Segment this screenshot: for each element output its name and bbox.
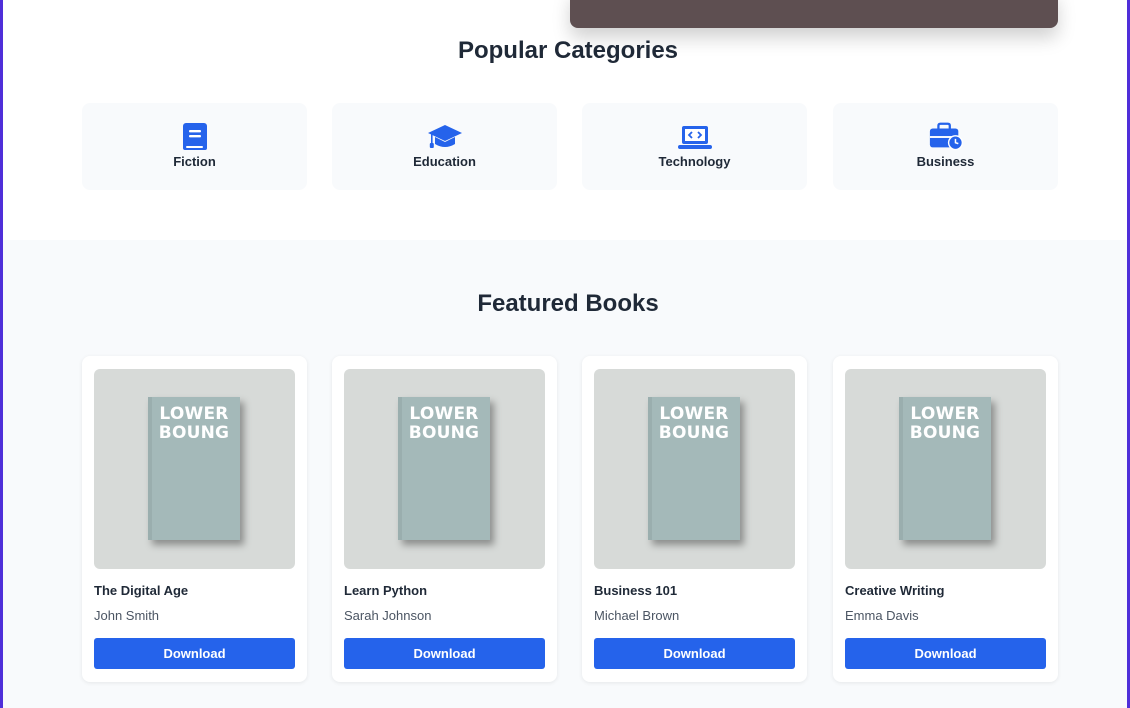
graduation-cap-icon (427, 122, 463, 152)
cover-text: LOWER BOUNG (158, 404, 230, 443)
cover-text: LOWER BOUNG (658, 404, 730, 443)
book-card: LOWER BOUNG Learn Python Sarah Johnson D… (332, 356, 557, 682)
hero-image (570, 0, 1058, 28)
cover-text: LOWER BOUNG (408, 404, 480, 443)
book-icon (177, 122, 213, 152)
download-button[interactable]: Download (344, 638, 545, 669)
book-author: Sarah Johnson (344, 608, 432, 623)
book-title: Learn Python (344, 583, 428, 598)
cover-text: LOWER BOUNG (909, 404, 981, 443)
category-card-technology[interactable]: Technology (582, 103, 807, 190)
book-cover-image[interactable]: LOWER BOUNG (594, 369, 795, 569)
category-card-business[interactable]: Business (833, 103, 1058, 190)
category-card-fiction[interactable]: Fiction (82, 103, 307, 190)
categories-title: Popular Categories (457, 37, 679, 64)
book-author: Emma Davis (845, 608, 919, 623)
book-title: The Digital Age (94, 583, 189, 598)
categories-grid: Fiction Education Technology Business (82, 103, 1058, 190)
book-title: Creative Writing (845, 583, 945, 598)
book-card: LOWER BOUNG The Digital Age John Smith D… (82, 356, 307, 682)
briefcase-clock-icon (928, 122, 964, 152)
book-cover: LOWER BOUNG (648, 397, 740, 540)
featured-title: Featured Books (477, 290, 659, 317)
book-cover-image[interactable]: LOWER BOUNG (845, 369, 1046, 569)
featured-books-grid: LOWER BOUNG The Digital Age John Smith D… (82, 356, 1058, 682)
book-cover: LOWER BOUNG (398, 397, 490, 540)
download-button[interactable]: Download (845, 638, 1046, 669)
book-cover-image[interactable]: LOWER BOUNG (94, 369, 295, 569)
category-label: Technology (658, 154, 731, 169)
book-card: LOWER BOUNG Creative Writing Emma Davis … (833, 356, 1058, 682)
book-author: Michael Brown (594, 608, 680, 623)
page-frame: Popular Categories Fiction Education Tec… (0, 0, 1130, 708)
book-title: Business 101 (594, 583, 678, 598)
book-cover: LOWER BOUNG (148, 397, 240, 540)
book-author: John Smith (94, 608, 160, 623)
category-label: Education (413, 154, 476, 169)
category-card-education[interactable]: Education (332, 103, 557, 190)
book-card: LOWER BOUNG Business 101 Michael Brown D… (582, 356, 807, 682)
download-button[interactable]: Download (94, 638, 295, 669)
download-button[interactable]: Download (594, 638, 795, 669)
category-label: Fiction (173, 154, 216, 169)
book-cover-image[interactable]: LOWER BOUNG (344, 369, 545, 569)
category-label: Business (916, 154, 975, 169)
book-cover: LOWER BOUNG (899, 397, 991, 540)
laptop-code-icon (677, 122, 713, 152)
